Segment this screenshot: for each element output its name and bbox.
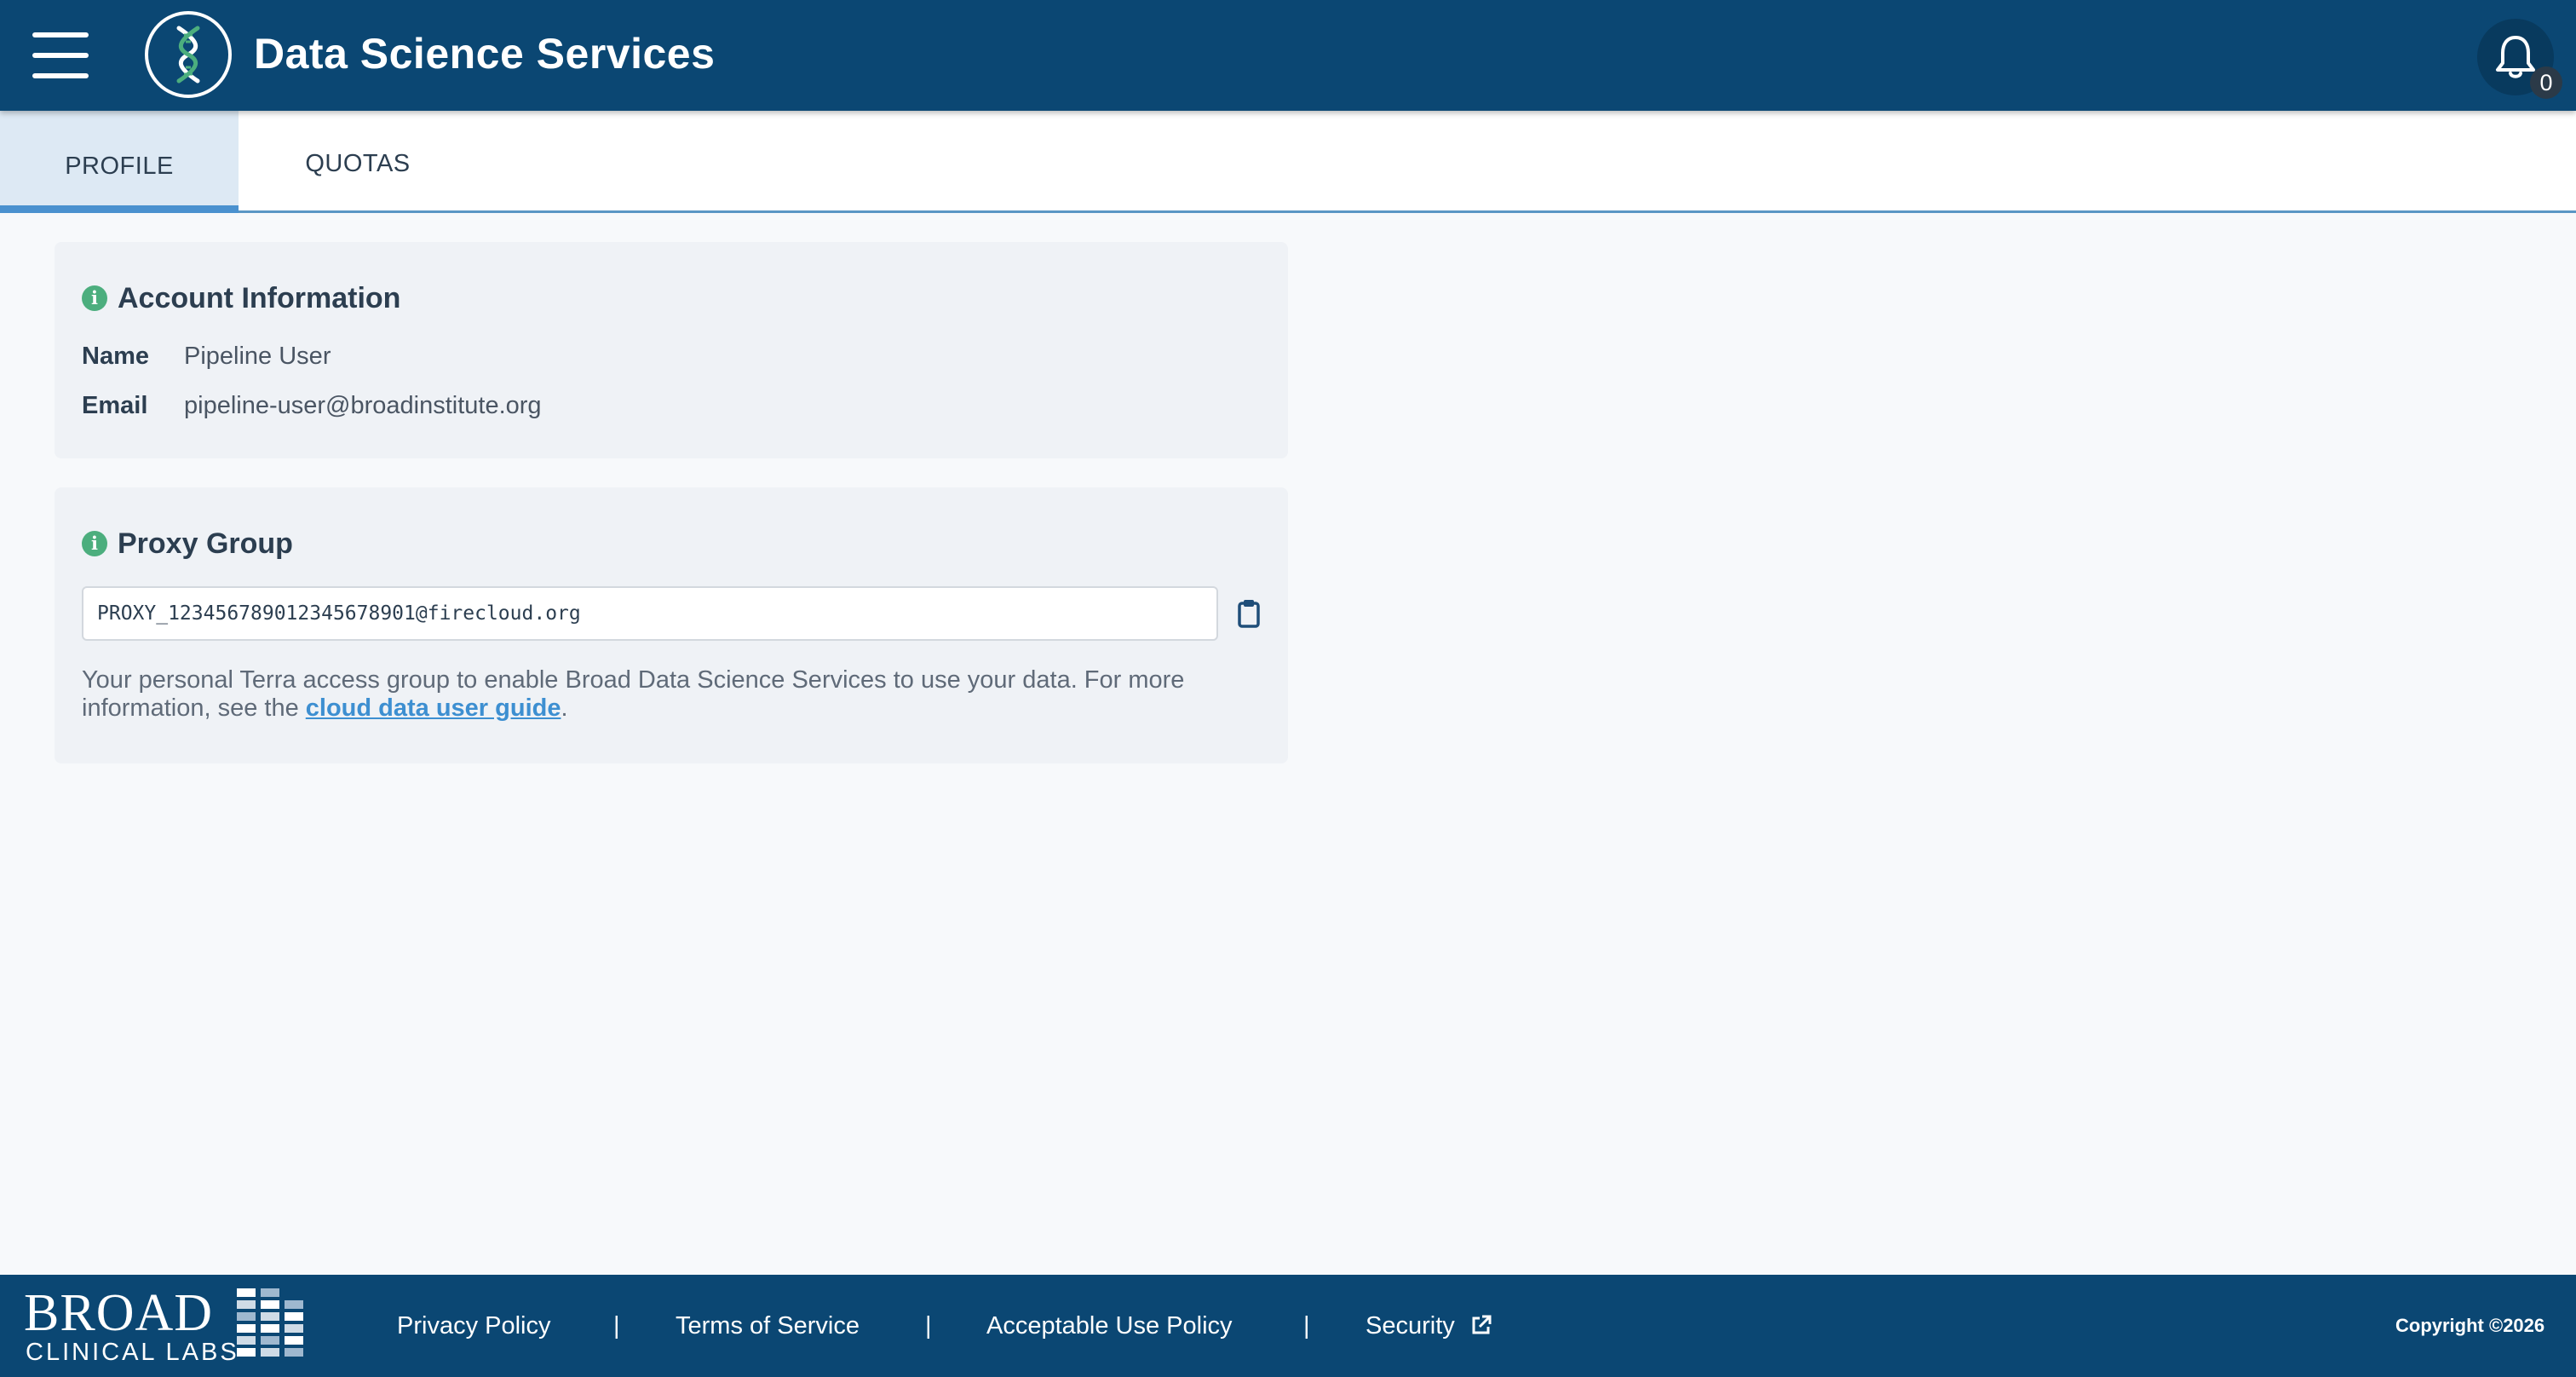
bell-icon bbox=[2496, 36, 2535, 78]
privacy-policy-link[interactable]: Privacy Policy bbox=[397, 1309, 551, 1343]
email-value: pipeline-user@broadinstitute.org bbox=[184, 392, 542, 419]
footer-separator: | bbox=[613, 1312, 620, 1340]
footer-separator: | bbox=[925, 1312, 932, 1340]
dna-helix-icon[interactable] bbox=[145, 11, 232, 98]
logo-bars-icon bbox=[237, 1288, 303, 1357]
account-information-card: i Account Information Name Pipeline User… bbox=[55, 242, 1288, 458]
notification-count-badge: 0 bbox=[2530, 66, 2562, 99]
email-label: Email bbox=[82, 392, 148, 419]
copyright-text: Copyright ©2026 bbox=[2395, 1315, 2545, 1336]
logo-clinical-labs-text: CLINICAL LABS bbox=[26, 1339, 239, 1366]
external-link-icon bbox=[1472, 1315, 1492, 1334]
info-icon[interactable]: i bbox=[82, 285, 107, 311]
tab-quotas[interactable]: QUOTAS bbox=[239, 111, 477, 213]
notifications-button[interactable]: 0 bbox=[2477, 19, 2562, 99]
tab-profile[interactable]: PROFILE bbox=[0, 111, 239, 213]
footer-separator: | bbox=[1303, 1312, 1310, 1340]
proxy-description-text: Your personal Terra access group to enab… bbox=[82, 666, 1185, 722]
security-link-label: Security bbox=[1366, 1312, 1455, 1340]
logo-broad-text: BROAD bbox=[24, 1284, 214, 1342]
security-link[interactable]: Security bbox=[1366, 1309, 1492, 1343]
proxy-group-title: i Proxy Group bbox=[82, 523, 293, 564]
name-value: Pipeline User bbox=[184, 343, 331, 370]
proxy-group-field[interactable]: PROXY_12345678901234567890​1@firecloud.o… bbox=[82, 586, 1218, 641]
account-information-heading: Account Information bbox=[118, 281, 401, 314]
clipboard-icon[interactable] bbox=[1233, 598, 1264, 629]
profile-tab-bar: PROFILE QUOTAS bbox=[0, 111, 2576, 213]
footer: BROAD CLINICAL LABS Privacy Policy | Ter… bbox=[0, 1275, 2576, 1377]
account-information-title: i Account Information bbox=[82, 278, 400, 319]
cloud-data-user-guide-link[interactable]: cloud data user guide bbox=[306, 694, 561, 722]
app-header: Data Science Services 0 bbox=[0, 0, 2576, 111]
proxy-description-end: . bbox=[561, 694, 568, 722]
broad-clinical-labs-logo[interactable]: BROAD CLINICAL LABS bbox=[24, 1287, 313, 1367]
acceptable-use-policy-link[interactable]: Acceptable Use Policy bbox=[986, 1309, 1233, 1343]
proxy-group-heading: Proxy Group bbox=[118, 527, 293, 560]
info-icon[interactable]: i bbox=[82, 531, 107, 556]
app-title: Data Science Services bbox=[254, 30, 716, 78]
terms-of-service-link[interactable]: Terms of Service bbox=[676, 1309, 860, 1343]
proxy-group-description: Your personal Terra access group to enab… bbox=[82, 666, 1274, 723]
proxy-group-card: i Proxy Group PROXY_12345678901234567890… bbox=[55, 487, 1288, 763]
name-label: Name bbox=[82, 343, 149, 370]
hamburger-menu-icon[interactable] bbox=[32, 32, 89, 78]
